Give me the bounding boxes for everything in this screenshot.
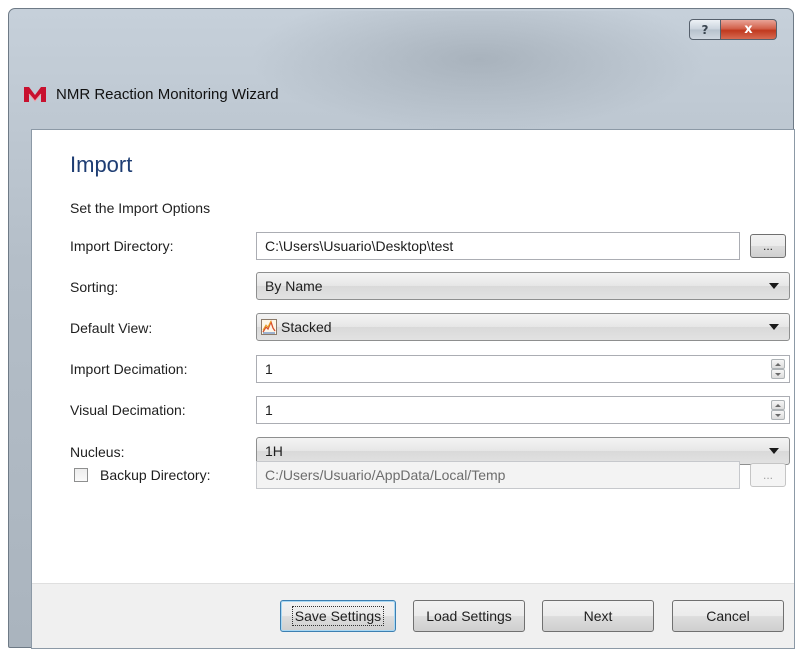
next-button[interactable]: Next: [542, 600, 654, 632]
cancel-button[interactable]: Cancel: [672, 600, 784, 632]
chevron-down-icon: [769, 448, 779, 454]
caption-buttons: ? x: [689, 19, 777, 40]
visual-decimation-value: 1: [265, 402, 273, 418]
backup-directory-label: Backup Directory:: [100, 467, 211, 483]
save-settings-label: Save Settings: [291, 606, 385, 626]
import-decimation-stepper[interactable]: 1: [256, 355, 790, 383]
backup-directory-browse-button[interactable]: ...: [750, 463, 786, 487]
import-decimation-label: Import Decimation:: [70, 361, 188, 377]
nucleus-label: Nucleus:: [70, 444, 125, 460]
page-title: Import: [70, 152, 133, 177]
import-directory-input[interactable]: C:\Users\Usuario\Desktop\test: [256, 232, 740, 260]
wizard-window: ? x NMR Reaction Monitoring Wizard Impor…: [8, 8, 795, 649]
default-view-dropdown[interactable]: Stacked: [256, 313, 790, 341]
section-subtitle: Set the Import Options: [70, 200, 211, 216]
load-settings-button[interactable]: Load Settings: [413, 600, 525, 632]
default-view-value: Stacked: [281, 319, 332, 335]
chevron-down-icon: [769, 283, 779, 289]
chevron-down-icon: [769, 324, 779, 330]
visual-decimation-label: Visual Decimation:: [70, 402, 186, 418]
import-directory-label: Import Directory:: [70, 238, 174, 254]
title-bar-glass: [249, 11, 709, 131]
stacked-view-icon: [261, 319, 277, 335]
visual-decimation-stepper[interactable]: 1: [256, 396, 790, 424]
nucleus-value: 1H: [265, 443, 283, 459]
import-decimation-spin-buttons[interactable]: [771, 359, 785, 379]
sorting-label: Sorting:: [70, 279, 119, 295]
save-settings-button[interactable]: Save Settings: [280, 600, 396, 632]
help-button[interactable]: ?: [689, 19, 721, 40]
spin-up-icon[interactable]: [771, 359, 785, 369]
button-bar: Save Settings Load Settings Next Cancel: [32, 583, 794, 648]
sorting-dropdown[interactable]: By Name: [256, 272, 790, 300]
close-button[interactable]: x: [721, 19, 777, 40]
app-logo-icon: [24, 87, 46, 102]
window-title: NMR Reaction Monitoring Wizard: [56, 85, 279, 103]
title-bar: NMR Reaction Monitoring Wizard: [23, 85, 279, 103]
sorting-value: By Name: [265, 278, 323, 294]
spin-down-icon[interactable]: [771, 369, 785, 379]
spin-down-icon[interactable]: [771, 410, 785, 420]
visual-decimation-spin-buttons[interactable]: [771, 400, 785, 420]
import-directory-browse-button[interactable]: ...: [750, 234, 786, 258]
spin-up-icon[interactable]: [771, 400, 785, 410]
wizard-content: Import Set the Import Options Import Dir…: [31, 129, 795, 649]
default-view-label: Default View:: [70, 320, 153, 336]
import-decimation-value: 1: [265, 361, 273, 377]
backup-directory-checkbox[interactable]: [74, 468, 88, 482]
backup-directory-input[interactable]: C:/Users/Usuario/AppData/Local/Temp: [256, 461, 740, 489]
